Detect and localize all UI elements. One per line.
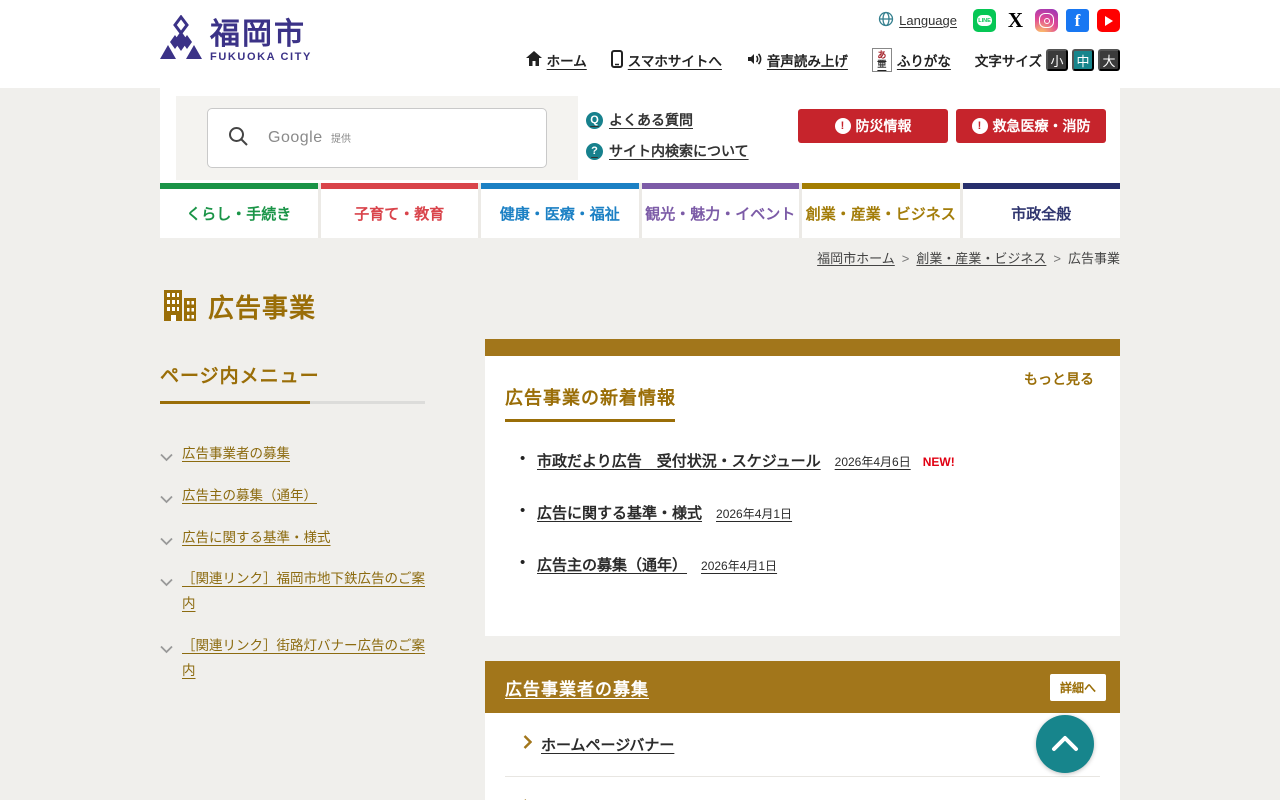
question-q-icon: Q	[586, 111, 603, 129]
main-content: もっと見る 広告事業の新着情報 市政だより広告 受付状況・スケジュール2026年…	[485, 339, 1120, 800]
speaker-icon	[746, 51, 762, 70]
see-more-link[interactable]: もっと見る	[1024, 369, 1094, 389]
tab-kosodate[interactable]: 子育て・教育	[320, 183, 478, 238]
line-icon[interactable]: LINE	[973, 9, 996, 32]
disaster-info-button[interactable]: ! 防災情報	[798, 109, 948, 143]
news-link[interactable]: 広告に関する基準・様式 2026年4月1日	[537, 505, 792, 522]
chevron-down-icon	[160, 446, 173, 471]
menu-item: 広告事業者の募集	[160, 442, 425, 467]
search-placeholder: Google 提供	[268, 129, 352, 146]
fukuoka-city-logo[interactable]: 福岡市 FUKUOKA CITY	[160, 14, 312, 66]
chevron-down-icon	[160, 530, 173, 555]
sidebar: ページ内メニュー 広告事業者の募集 広告主の募集（通年） 広告に関する基準・様式…	[160, 339, 425, 800]
chevron-up-icon	[1051, 734, 1079, 755]
news-section: もっと見る 広告事業の新着情報 市政だより広告 受付状況・スケジュール2026年…	[485, 339, 1120, 636]
tab-kenko[interactable]: 健康・医療・福祉	[481, 183, 639, 238]
fukuoka-city-page: 福岡市 FUKUOKA CITY Language LINE X f ホーム ス…	[0, 0, 1280, 800]
new-badge: NEW!	[922, 455, 955, 469]
search-input[interactable]: Google 提供	[207, 108, 547, 168]
recruit-row: 施設利用	[485, 777, 1120, 800]
emergency-buttons: ! 防災情報 ! 救急医療・消防	[798, 88, 1106, 183]
language-link[interactable]: Language	[878, 11, 957, 30]
news-list: 市政だより広告 受付状況・スケジュール2026年4月6日 NEW! 広告に関する基…	[505, 450, 1100, 575]
furigana-link[interactable]: あ 亜 ふりがな	[871, 48, 951, 72]
text-size-medium-button[interactable]: 中	[1072, 49, 1094, 71]
audio-readout-link[interactable]: 音声読み上げ	[746, 50, 848, 70]
search-band: Google 提供 Q よくある質問 ? サイト内検索について ! 防災情報 !	[160, 88, 1120, 183]
page-title-row: 広告事業	[160, 287, 1120, 326]
help-links: Q よくある質問 ? サイト内検索について	[586, 88, 791, 183]
site-search-about-link[interactable]: ? サイト内検索について	[586, 141, 791, 161]
menu-item: 広告に関する基準・様式	[160, 526, 425, 551]
facebook-icon[interactable]: f	[1066, 9, 1089, 32]
help-icon: ?	[586, 142, 603, 160]
page-title: 広告事業	[208, 293, 317, 323]
smartphone-icon	[610, 49, 623, 71]
buildings-icon	[160, 287, 198, 326]
faq-link[interactable]: Q よくある質問	[586, 110, 791, 130]
breadcrumb: 福岡市ホーム > 創業・産業・ビジネス > 広告事業	[817, 251, 1120, 266]
utility-bar: Language LINE X f	[878, 8, 1120, 32]
menu-item: 広告主の募集（通年）	[160, 484, 425, 509]
category-tabs: くらし・手続き 子育て・教育 健康・医療・福祉 観光・魅力・イベント 創業・産業…	[160, 183, 1120, 238]
tab-kurashi[interactable]: くらし・手続き	[160, 183, 318, 238]
text-size-label: 文字サイズ	[974, 54, 1042, 69]
alert-icon: !	[971, 118, 988, 134]
sidebar-item-kokokunushi[interactable]: 広告主の募集（通年）	[182, 488, 317, 503]
logo-title: 福岡市	[210, 18, 306, 51]
alert-icon: !	[834, 118, 851, 134]
fukuoka-crest-icon	[160, 14, 202, 66]
recruit-link-banner[interactable]: ホームページバナー	[541, 734, 674, 755]
sidebar-heading: ページ内メニュー	[160, 366, 320, 387]
sidebar-item-gairoto-link[interactable]: ［関連リンク］街路灯バナー広告のご案内	[182, 638, 425, 678]
tab-kanko[interactable]: 観光・魅力・イベント	[641, 183, 799, 238]
detail-button[interactable]: 詳細へ	[1049, 673, 1106, 701]
text-size-large-button[interactable]: 大	[1098, 49, 1120, 71]
news-link[interactable]: 広告主の募集（通年） 2026年4月1日	[537, 557, 777, 574]
chevron-right-icon	[523, 735, 533, 754]
logo-subtitle: FUKUOKA CITY	[210, 51, 312, 63]
breadcrumb-home[interactable]: 福岡市ホーム	[817, 251, 895, 266]
recruit-row: ホームページバナー	[485, 713, 1120, 776]
search-panel: Google 提供	[176, 96, 578, 180]
breadcrumb-current: 広告事業	[1067, 251, 1120, 266]
recruit-heading-link[interactable]: 広告事業者の募集	[505, 675, 649, 700]
search-icon	[228, 126, 248, 151]
scroll-to-top-button[interactable]	[1036, 715, 1094, 773]
text-size-controls: 文字サイズ 小 中 大	[975, 49, 1120, 71]
furigana-icon: あ 亜	[871, 48, 892, 72]
sidebar-item-jigyosha[interactable]: 広告事業者の募集	[182, 446, 290, 461]
text-size-small-button[interactable]: 小	[1046, 49, 1068, 71]
site-header: 福岡市 FUKUOKA CITY Language LINE X f ホーム ス…	[0, 0, 1280, 88]
youtube-icon[interactable]	[1097, 9, 1120, 32]
chevron-down-icon	[160, 488, 173, 513]
sidebar-item-chikatetsu-link[interactable]: ［関連リンク］福岡市地下鉄広告のご案内	[182, 571, 425, 611]
page-menu: 広告事業者の募集 広告主の募集（通年） 広告に関する基準・様式 ［関連リンク］福…	[160, 442, 425, 684]
sidebar-rule	[160, 401, 425, 404]
emergency-medical-button[interactable]: ! 救急医療・消防	[956, 109, 1106, 143]
globe-icon	[878, 11, 894, 30]
tab-shisei[interactable]: 市政全般	[962, 183, 1120, 238]
news-item: 市政だより広告 受付状況・スケジュール2026年4月6日 NEW!	[520, 450, 1100, 471]
news-item: 広告に関する基準・様式2026年4月1日	[520, 502, 1100, 523]
breadcrumb-category[interactable]: 創業・産業・ビジネス	[916, 251, 1046, 266]
news-heading-rule	[505, 419, 675, 422]
home-link[interactable]: ホーム	[525, 50, 587, 70]
news-item: 広告主の募集（通年）2026年4月1日	[520, 554, 1100, 575]
menu-item: ［関連リンク］街路灯バナー広告のご案内	[160, 634, 425, 684]
chevron-down-icon	[160, 638, 173, 663]
news-heading: 広告事業の新着情報	[505, 388, 676, 408]
recruit-section-header: 広告事業者の募集 詳細へ	[485, 661, 1120, 713]
news-link[interactable]: 市政だより広告 受付状況・スケジュール 2026年4月6日	[537, 453, 911, 470]
tab-sogyo[interactable]: 創業・産業・ビジネス	[802, 183, 960, 238]
x-twitter-icon[interactable]: X	[1004, 8, 1027, 32]
home-icon	[525, 51, 542, 69]
sidebar-item-kijun[interactable]: 広告に関する基準・様式	[182, 530, 331, 545]
chevron-down-icon	[160, 571, 173, 596]
instagram-icon[interactable]	[1035, 9, 1058, 32]
mobile-site-link[interactable]: スマホサイトへ	[610, 49, 722, 71]
recruit-section-body: ホームページバナー 施設利用	[485, 713, 1120, 800]
header-nav: ホーム スマホサイトへ 音声読み上げ あ 亜 ふりがな 文字サイズ 小 中 大	[525, 48, 1120, 72]
menu-item: ［関連リンク］福岡市地下鉄広告のご案内	[160, 567, 425, 617]
